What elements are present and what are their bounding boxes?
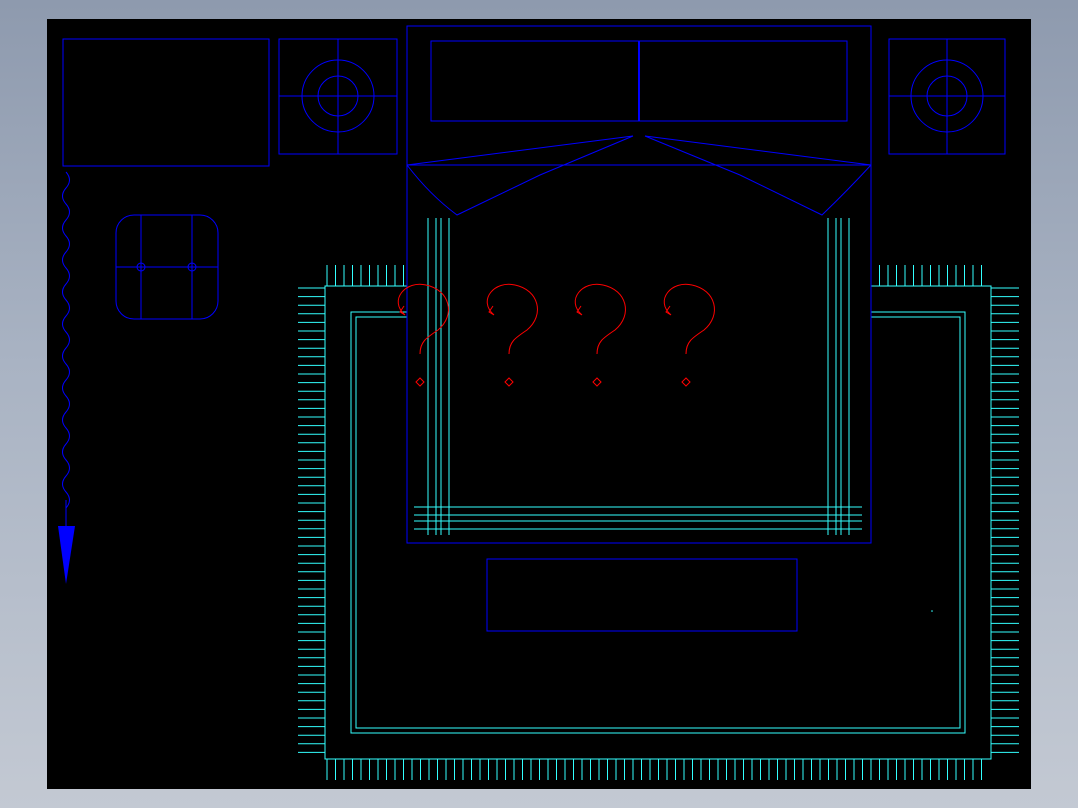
stray-point — [931, 610, 933, 612]
double-bed — [406, 25, 872, 544]
cad-drawing-canvas[interactable] — [0, 0, 1078, 808]
